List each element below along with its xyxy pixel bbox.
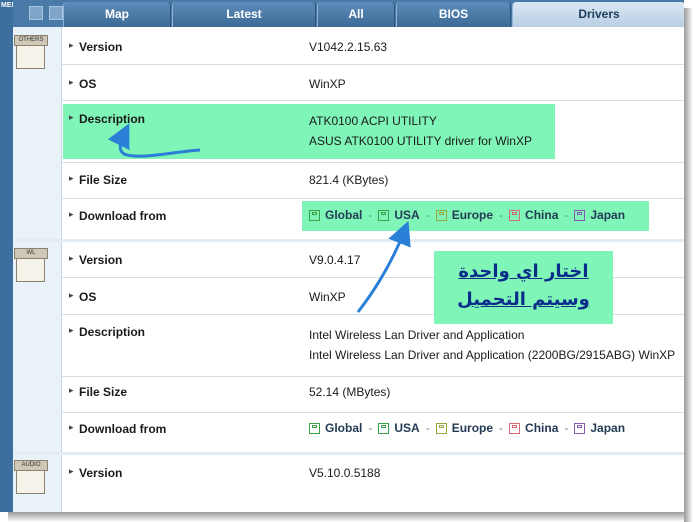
annotation-arrows [107, 123, 411, 313]
window-shadow-bottom [8, 512, 684, 522]
driver-download-page: MENU Map Latest All BIOS Drivers OTHERS … [0, 0, 684, 512]
arrow-to-description [107, 123, 201, 158]
window-shadow-right [684, 8, 693, 522]
arrow-to-usa [356, 220, 411, 313]
